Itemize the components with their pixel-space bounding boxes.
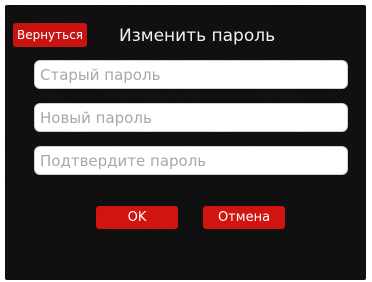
confirm-password-field[interactable] bbox=[34, 146, 348, 175]
old-password-field[interactable] bbox=[34, 60, 348, 89]
new-password-field[interactable] bbox=[34, 103, 348, 132]
old-password-input[interactable] bbox=[35, 61, 347, 88]
new-password-input[interactable] bbox=[35, 104, 347, 131]
ok-button[interactable]: OK bbox=[96, 206, 178, 229]
cancel-button[interactable]: Отмена bbox=[203, 206, 285, 229]
confirm-password-input[interactable] bbox=[35, 147, 347, 174]
dialog-title: Изменить пароль bbox=[119, 26, 276, 46]
back-button[interactable]: Вернуться bbox=[13, 23, 87, 47]
change-password-dialog: Вернуться Изменить пароль OK Отмена bbox=[5, 5, 366, 280]
